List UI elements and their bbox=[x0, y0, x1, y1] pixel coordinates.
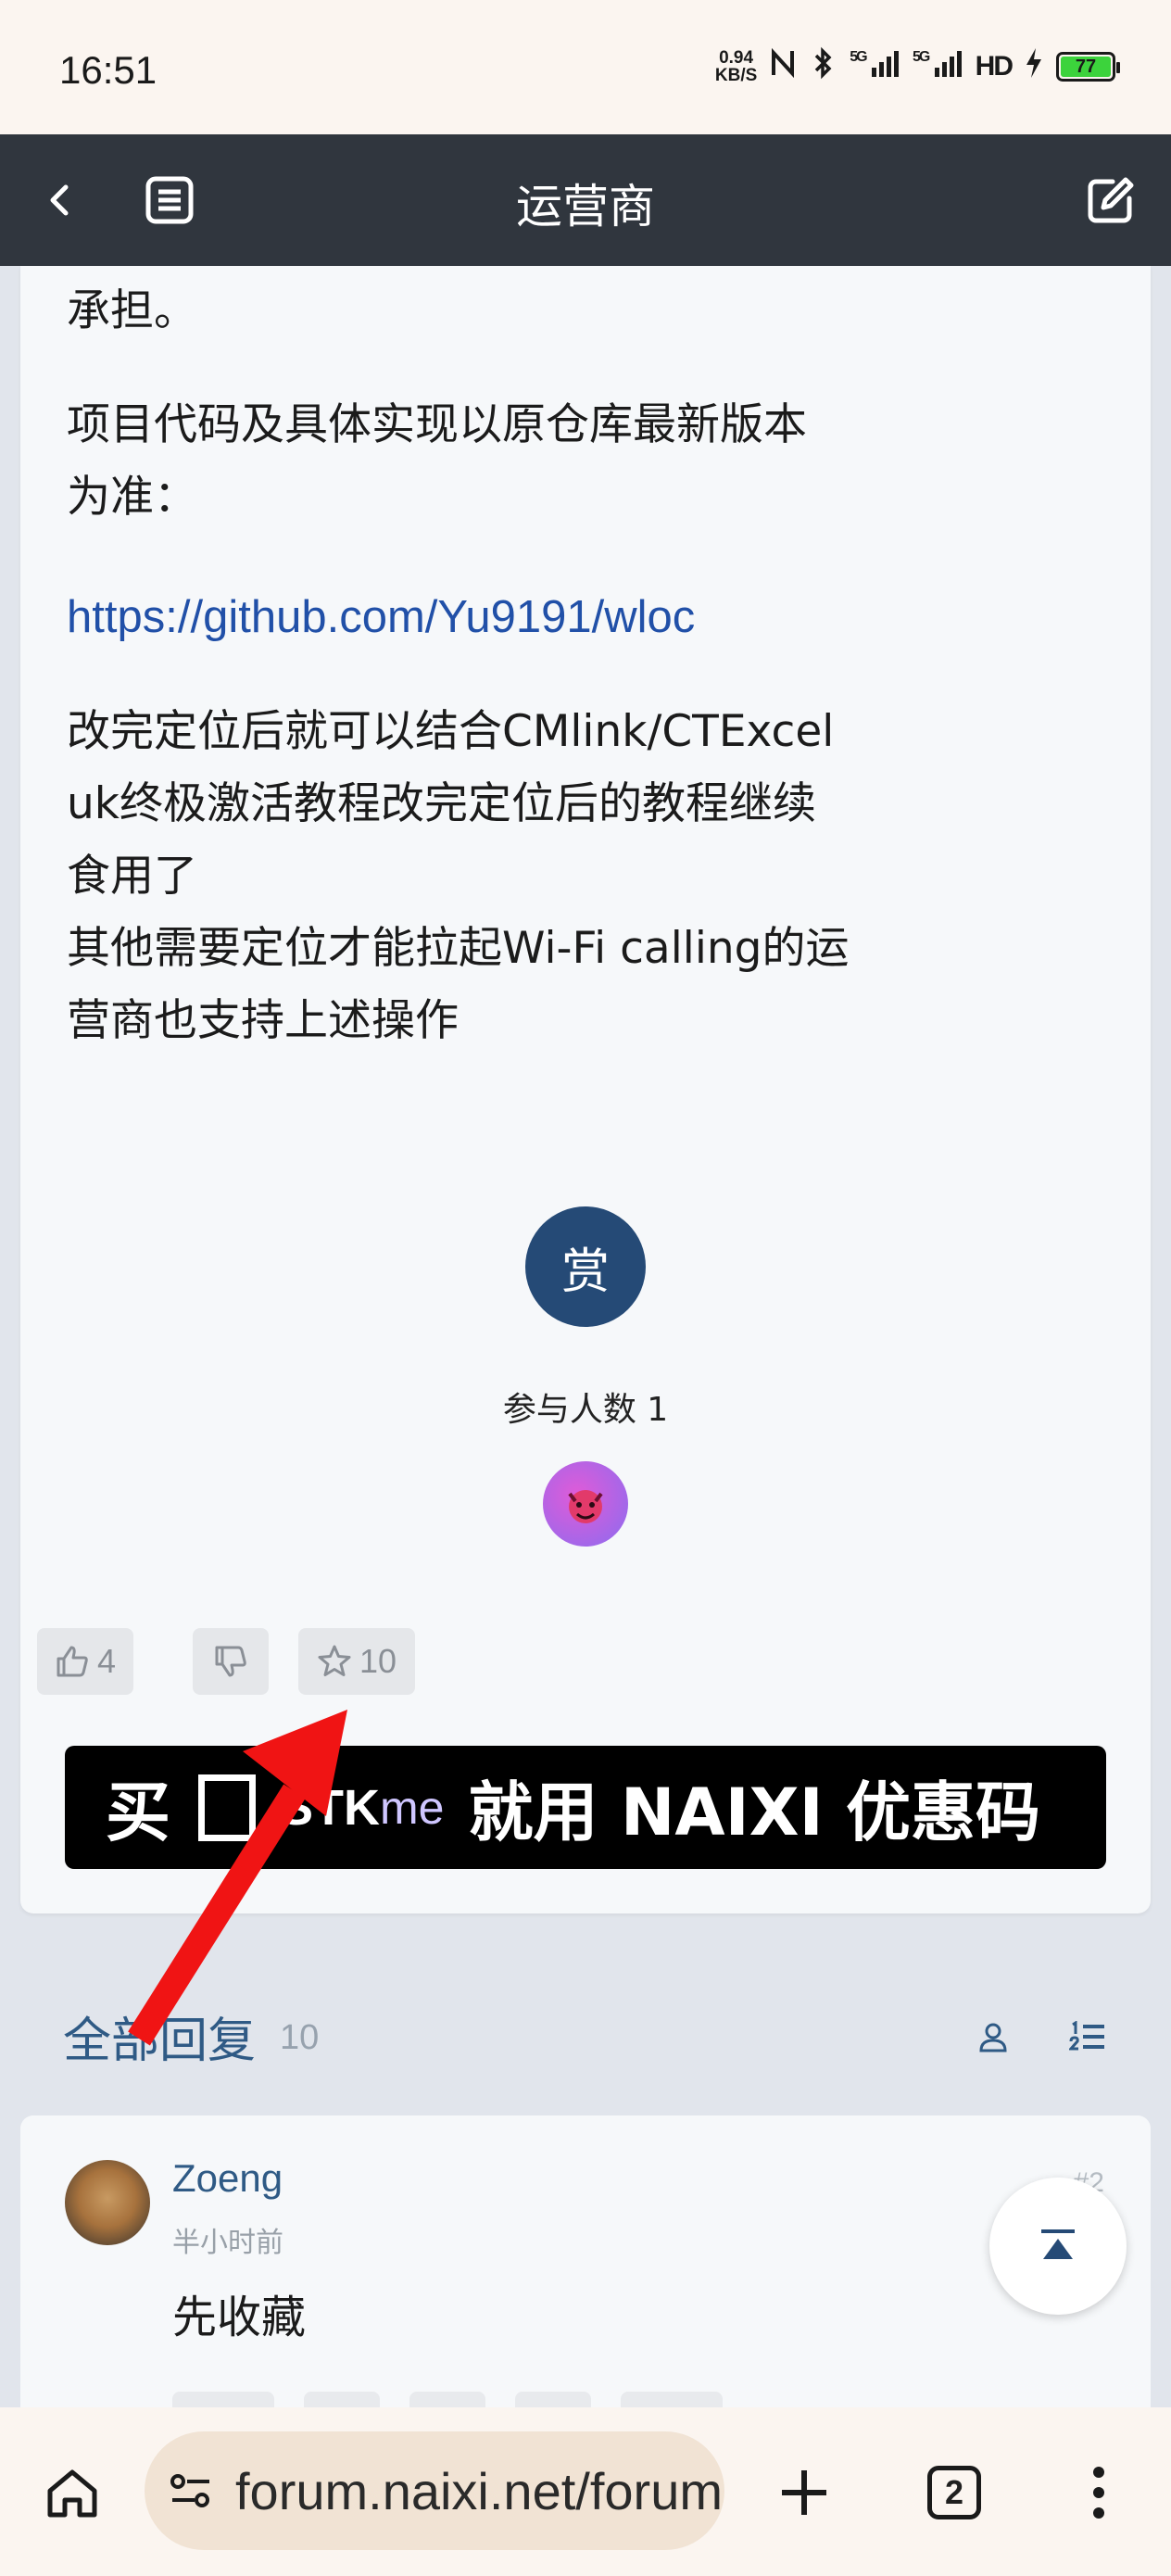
app-bar: 运营商 bbox=[0, 134, 1171, 266]
reply-author[interactable]: Zoeng bbox=[172, 2156, 283, 2201]
signal-bars-icon bbox=[934, 51, 962, 77]
new-tab-button[interactable] bbox=[767, 2456, 841, 2530]
tab-count: 2 bbox=[927, 2466, 981, 2519]
tab-switcher-button[interactable]: 2 bbox=[917, 2456, 991, 2530]
reward-button[interactable]: 赏 bbox=[525, 1206, 646, 1327]
post-card: 承担。 项目代码及具体实现以原仓库最新版本 为准： https://github… bbox=[20, 266, 1151, 1913]
participant-avatar[interactable] bbox=[543, 1461, 628, 1547]
ordered-list-icon bbox=[1069, 2021, 1104, 2051]
home-button[interactable] bbox=[35, 2456, 109, 2530]
signal-2: 5G bbox=[913, 49, 963, 84]
status-bar: 16:51 0.94 KB/S 5G 5G HD 77 bbox=[0, 0, 1171, 134]
post-body-line: 食用了 bbox=[67, 851, 197, 902]
post-body-line: uk终极激活教程改完定位后的教程继续 bbox=[67, 778, 817, 829]
banner-brand-light: me bbox=[380, 1781, 445, 1834]
favorite-count: 10 bbox=[359, 1642, 397, 1680]
user-icon bbox=[979, 2023, 1007, 2052]
battery-level: 77 bbox=[1061, 57, 1111, 77]
banner-brand-strong: STK bbox=[280, 1779, 380, 1836]
post-paragraph: 为准： bbox=[67, 472, 197, 523]
back-to-top-button[interactable] bbox=[989, 2178, 1127, 2315]
replies-count: 10 bbox=[280, 2018, 320, 2057]
avatar[interactable] bbox=[65, 2160, 150, 2245]
thumbs-down-icon bbox=[215, 1646, 246, 1677]
thumbs-up-icon bbox=[57, 1646, 88, 1677]
bluetooth-icon bbox=[811, 46, 837, 87]
promo-banner[interactable]: 买 STK me 就用 NAIXI 优惠码 bbox=[65, 1746, 1106, 1869]
github-link[interactable]: https://github.com/Yu9191/wloc bbox=[67, 592, 695, 642]
compose-button[interactable] bbox=[1078, 168, 1143, 233]
like-button[interactable]: 4 bbox=[37, 1628, 133, 1695]
net-speed-unit: KB/S bbox=[714, 66, 758, 85]
home-icon bbox=[47, 2469, 97, 2518]
reply-time: 半小时前 bbox=[172, 2227, 283, 2259]
url-text: forum.naixi.net/forum bbox=[235, 2461, 723, 2520]
replies-title: 全部回复 bbox=[63, 2014, 257, 2069]
reply-content: 先收藏 bbox=[172, 2292, 307, 2343]
edit-icon bbox=[1088, 177, 1134, 223]
signal-bars-icon bbox=[871, 51, 899, 77]
devil-face-icon bbox=[568, 1490, 603, 1523]
author-only-button[interactable] bbox=[969, 2013, 1017, 2061]
url-bar[interactable]: forum.naixi.net/forum bbox=[145, 2431, 724, 2550]
post-paragraph: 项目代码及具体实现以原仓库最新版本 bbox=[67, 399, 807, 450]
battery-icon: 77 bbox=[1056, 52, 1120, 82]
post-link-wrap: https://github.com/Yu9191/wloc bbox=[67, 581, 695, 654]
post-body-line: 营商也支持上述操作 bbox=[67, 995, 459, 1046]
browser-toolbar: forum.naixi.net/forum 2 bbox=[0, 2407, 1171, 2576]
signal-1: 5G bbox=[850, 49, 900, 84]
charging-icon bbox=[1025, 48, 1043, 85]
page-title: 运营商 bbox=[516, 180, 655, 234]
more-vertical-icon bbox=[1093, 2467, 1104, 2519]
favorite-button[interactable]: 10 bbox=[298, 1628, 415, 1695]
post-body-line: 改完定位后就可以结合CMlink/CTExcel bbox=[67, 706, 835, 757]
net-speed: 0.94 KB/S bbox=[715, 49, 757, 84]
dislike-button[interactable] bbox=[193, 1628, 269, 1695]
star-icon bbox=[318, 1645, 351, 1676]
participants-label: 参与人数 1 bbox=[502, 1391, 669, 1429]
like-count: 4 bbox=[96, 1642, 117, 1680]
post-paragraph: 承担。 bbox=[67, 285, 197, 336]
plus-icon bbox=[782, 2470, 826, 2515]
net-speed-value: 0.94 bbox=[719, 48, 754, 68]
more-menu-button[interactable] bbox=[1062, 2456, 1136, 2530]
nfc-icon bbox=[770, 47, 798, 86]
banner-prefix: 买 bbox=[106, 1774, 170, 1850]
status-time: 16:51 bbox=[59, 48, 157, 92]
banner-suffix: 就用 NAIXI 优惠码 bbox=[468, 1774, 1041, 1850]
site-settings-icon bbox=[170, 2474, 209, 2507]
sort-order-button[interactable] bbox=[1064, 2013, 1112, 2061]
stkme-logo-icon bbox=[198, 1774, 256, 1841]
hd-indicator: HD bbox=[975, 51, 1014, 82]
post-body-line: 其他需要定位才能拉起Wi-Fi calling的运 bbox=[67, 923, 850, 974]
status-icons: 0.94 KB/S 5G 5G HD 77 bbox=[715, 46, 1120, 87]
arrow-up-icon bbox=[1041, 2229, 1075, 2259]
